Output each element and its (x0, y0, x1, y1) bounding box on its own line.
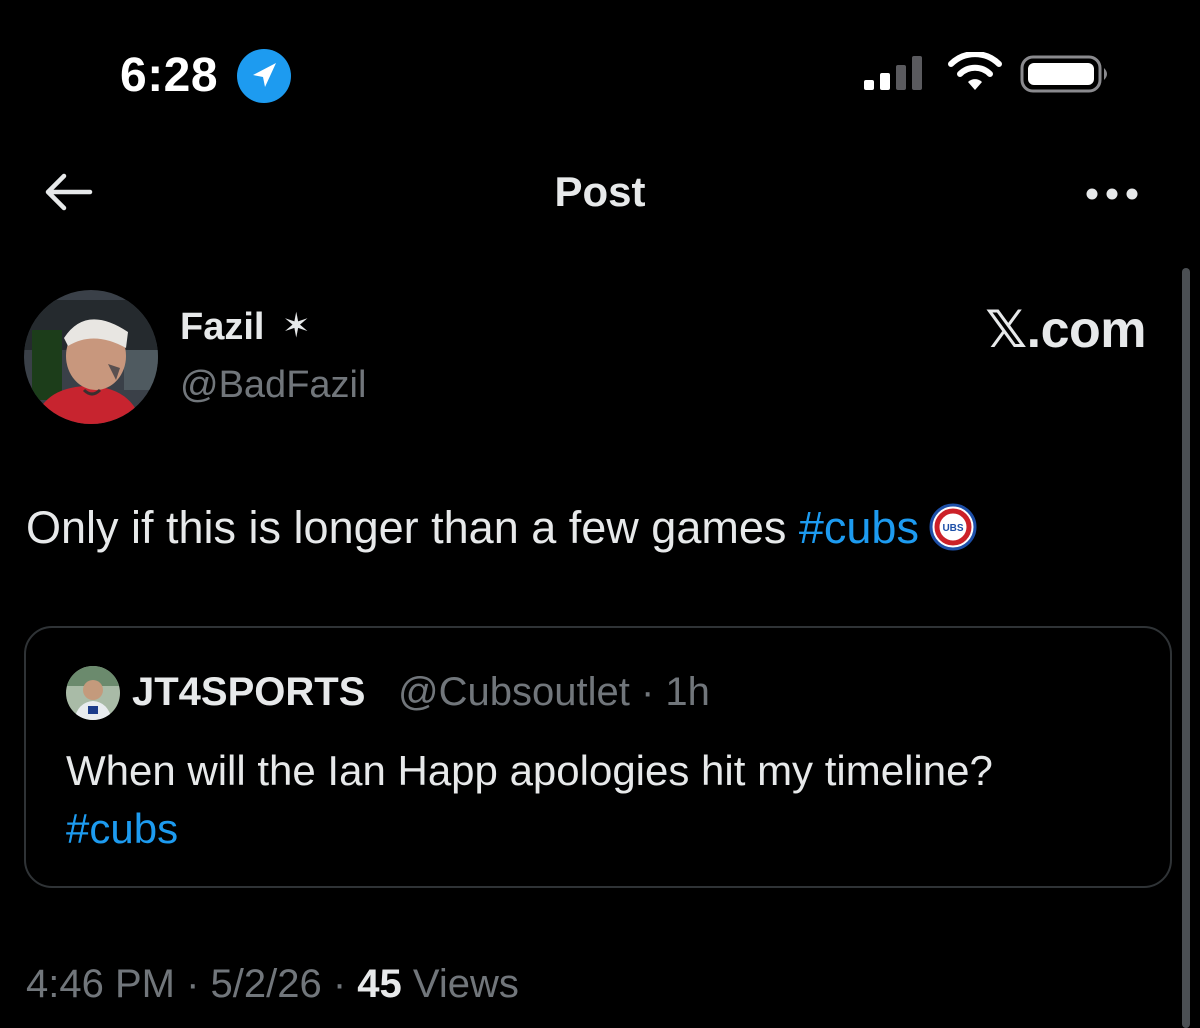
quoted-author-name: JT4SPORTS (132, 670, 366, 714)
quoted-age: 1h (665, 670, 710, 714)
battery-icon (1020, 55, 1107, 93)
quoted-text: When will the Ian Happ apologies hit my … (66, 742, 993, 858)
quoted-author-handle: @Cubsoutlet (398, 670, 630, 714)
author-handle[interactable]: @BadFazil (180, 364, 366, 407)
author-badge: ✶ (282, 307, 311, 345)
post-text: Only if this is longer than a few games … (26, 502, 977, 554)
avatar-photo (24, 290, 158, 424)
quoted-avatar-photo (66, 666, 120, 720)
cubs-logo-icon: UBS (929, 503, 977, 551)
signal-icon (864, 56, 922, 90)
post-date: 5/2/26 (210, 962, 322, 1006)
status-time: 6:28 (120, 49, 219, 102)
views-count[interactable]: 45 (357, 962, 402, 1006)
author-avatar[interactable] (24, 290, 158, 424)
svg-text:UBS: UBS (942, 523, 963, 534)
location-arrow-icon (237, 49, 291, 103)
wifi-icon (948, 52, 1002, 90)
meta-separator-1: · (174, 962, 211, 1006)
quoted-hashtag-link[interactable]: #cubs (66, 805, 178, 852)
meta-separator-2: · (321, 962, 358, 1006)
post-meta: 4:46 PM · 5/2/26 · 45 Views (26, 962, 519, 1007)
post-time: 4:46 PM (26, 962, 175, 1006)
author-name[interactable]: Fazil (180, 306, 264, 349)
post-text-body: Only if this is longer than a few games (26, 502, 799, 553)
hashtag-link[interactable]: #cubs (799, 502, 919, 553)
quoted-separator: · (629, 670, 666, 714)
views-label[interactable]: Views (402, 962, 519, 1006)
quoted-text-body: When will the Ian Happ apologies hit my … (66, 747, 993, 794)
scroll-indicator (1182, 268, 1190, 1028)
watermark: 𝕏.com (985, 301, 1146, 359)
page-title: Post (554, 168, 646, 215)
more-icon[interactable] (1082, 176, 1142, 212)
quoted-meta: @Cubsoutlet · 1h (398, 670, 710, 715)
quoted-author-avatar[interactable] (66, 666, 120, 720)
